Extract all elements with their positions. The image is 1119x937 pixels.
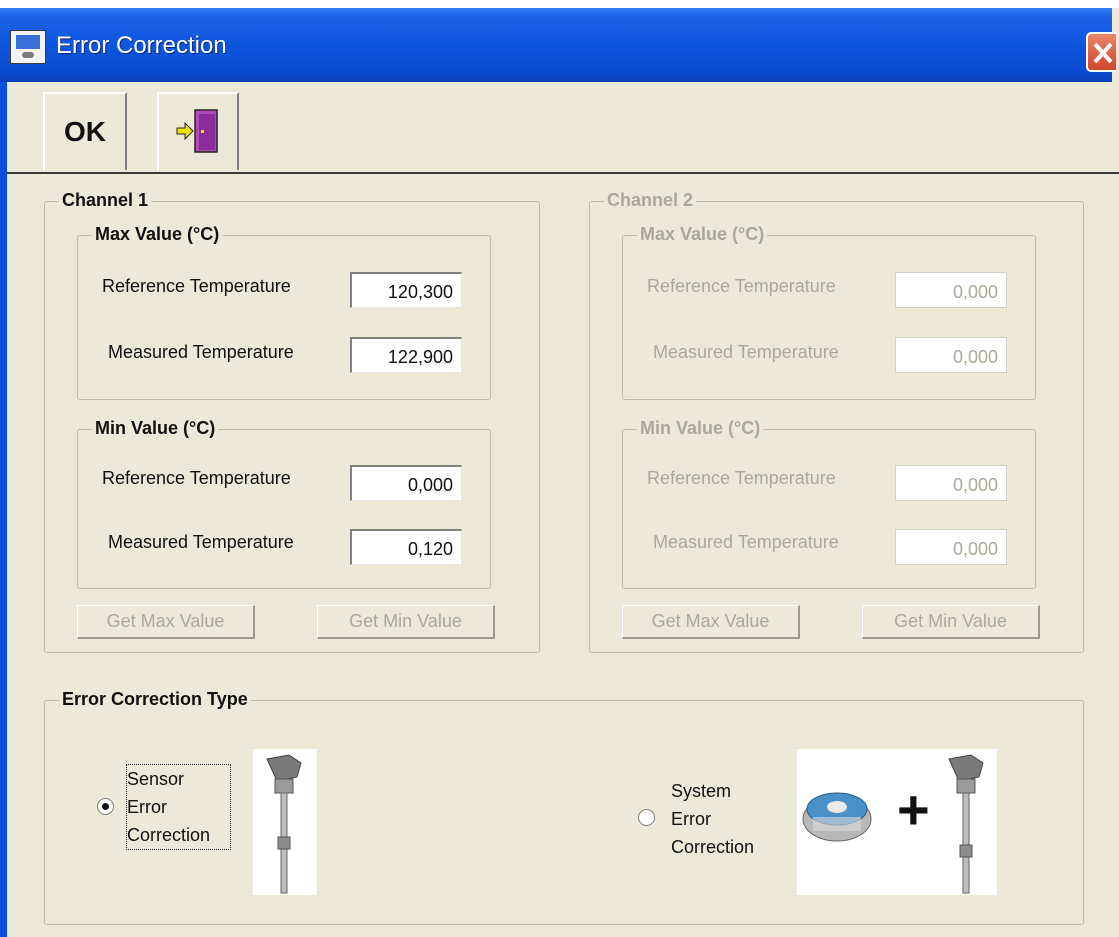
channel2-max-title: Max Value (°C) bbox=[637, 224, 768, 245]
channel1-min-ref-label: Reference Temperature bbox=[102, 468, 291, 488]
system-correction-label[interactable]: System Error Correction bbox=[671, 777, 754, 861]
exit-door-icon bbox=[176, 109, 218, 153]
channel2-title: Channel 2 bbox=[604, 190, 697, 211]
channel2-max-group: Max Value (°C) Reference Temperature 0,0… bbox=[622, 224, 1036, 400]
correction-type-title: Error Correction Type bbox=[59, 689, 251, 710]
system-correction-radio[interactable] bbox=[638, 809, 655, 826]
channel1-title: Channel 1 bbox=[59, 190, 152, 211]
channel1-max-meas-input[interactable]: 122,900 bbox=[350, 337, 462, 373]
exit-button[interactable] bbox=[157, 92, 239, 170]
title-bar[interactable]: Error Correction bbox=[0, 8, 1116, 82]
channel2-min-ref-input[interactable]: 0,000 bbox=[895, 465, 1007, 501]
channel1-max-ref-label: Reference Temperature bbox=[102, 276, 291, 296]
monitor-icon bbox=[10, 30, 46, 64]
sensor-correction-label[interactable]: Sensor Error Correction bbox=[127, 765, 210, 849]
channel1-get-min-button[interactable]: Get Min Value bbox=[317, 605, 495, 639]
transmitter-plus-sensor-image: + bbox=[797, 749, 997, 895]
plus-sign: + bbox=[897, 778, 930, 841]
channel2-max-ref-input[interactable]: 0,000 bbox=[895, 272, 1007, 308]
channel2-group: Channel 2 Max Value (°C) Reference Tempe… bbox=[589, 190, 1084, 653]
channel2-max-meas-input[interactable]: 0,000 bbox=[895, 337, 1007, 373]
channel2-get-min-button[interactable]: Get Min Value bbox=[862, 605, 1040, 639]
channel1-get-max-button[interactable]: Get Max Value bbox=[77, 605, 255, 639]
channel2-min-title: Min Value (°C) bbox=[637, 418, 764, 439]
channel1-min-meas-label: Measured Temperature bbox=[108, 532, 294, 552]
sensor-correction-radio[interactable] bbox=[97, 798, 114, 815]
close-icon bbox=[1093, 42, 1113, 64]
channel1-max-title: Max Value (°C) bbox=[92, 224, 223, 245]
toolbar: OK bbox=[7, 82, 1119, 174]
screen-top-edge bbox=[0, 0, 1119, 8]
channel1-min-meas-input[interactable]: 0,120 bbox=[350, 529, 462, 565]
channel2-max-meas-label: Measured Temperature bbox=[653, 342, 839, 362]
correction-type-group: Error Correction Type Sensor Error Corre… bbox=[44, 689, 1084, 925]
channel1-group: Channel 1 Max Value (°C) Reference Tempe… bbox=[44, 190, 540, 653]
channel2-min-ref-label: Reference Temperature bbox=[647, 468, 836, 488]
channel1-min-group: Min Value (°C) Reference Temperature 0,0… bbox=[77, 418, 491, 589]
channel2-min-meas-input[interactable]: 0,000 bbox=[895, 529, 1007, 565]
channel2-get-max-button[interactable]: Get Max Value bbox=[622, 605, 800, 639]
channel2-min-group: Min Value (°C) Reference Temperature 0,0… bbox=[622, 418, 1036, 589]
channel1-max-ref-input[interactable]: 120,300 bbox=[350, 272, 462, 308]
close-button[interactable] bbox=[1086, 32, 1116, 72]
channel1-min-title: Min Value (°C) bbox=[92, 418, 219, 439]
channel1-max-meas-label: Measured Temperature bbox=[108, 342, 294, 362]
channel2-max-ref-label: Reference Temperature bbox=[647, 276, 836, 296]
ok-button[interactable]: OK bbox=[43, 92, 127, 170]
channel1-max-group: Max Value (°C) Reference Temperature 120… bbox=[77, 224, 491, 400]
thermocouple-sensor-image bbox=[253, 749, 317, 895]
channel1-min-ref-input[interactable]: 0,000 bbox=[350, 465, 462, 501]
window-title: Error Correction bbox=[56, 32, 227, 59]
channel2-min-meas-label: Measured Temperature bbox=[653, 532, 839, 552]
